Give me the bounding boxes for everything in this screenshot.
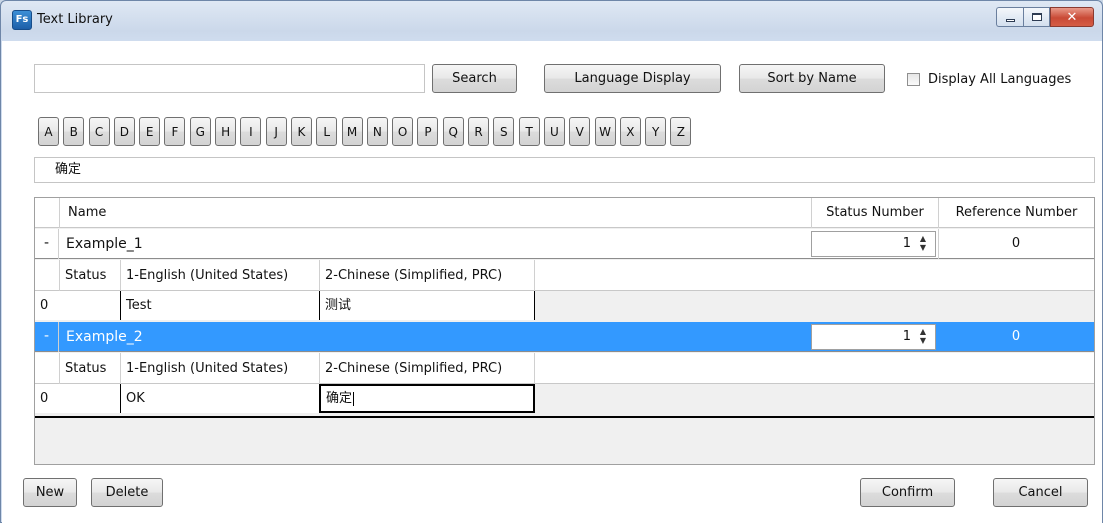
letter-filter-bar: ABCDEFGHIJKLMNOPQRSTUVWXYZ: [38, 117, 696, 146]
entry-lang2[interactable]: 测试: [319, 291, 535, 320]
subtable-header: Status 1-English (United States) 2-Chine…: [35, 260, 1094, 291]
subtable-row[interactable]: 0 Test 测试: [35, 291, 535, 320]
letter-filter-u[interactable]: U: [543, 117, 565, 146]
column-header-reference-number[interactable]: Reference Number: [938, 198, 1094, 228]
letter-filter-t[interactable]: T: [518, 117, 540, 146]
letter-filter-w[interactable]: W: [594, 117, 616, 146]
reference-number: 0: [1011, 236, 1021, 251]
dialog-body: Search Language Display Sort by Name Dis…: [2, 41, 1102, 523]
new-button[interactable]: New: [23, 478, 77, 507]
entry-lang1[interactable]: Test: [120, 291, 319, 320]
confirm-button[interactable]: Confirm: [860, 478, 955, 507]
letter-filter-k[interactable]: K: [290, 117, 312, 146]
entry-lang2-editor[interactable]: 确定: [319, 384, 535, 413]
subcolumn-status[interactable]: Status: [59, 260, 120, 291]
search-button[interactable]: Search: [432, 64, 517, 93]
table-row-selected[interactable]: - Example_2 1 ▲ ▼ 0: [35, 322, 1094, 352]
entry-lang2-value: 确定: [326, 391, 353, 406]
entry-status[interactable]: 0: [35, 384, 120, 413]
language-subtable: Status 1-English (United States) 2-Chine…: [35, 353, 1094, 415]
entry-status[interactable]: 0: [35, 291, 120, 320]
letter-filter-d[interactable]: D: [113, 117, 135, 146]
subtable-row[interactable]: 0 OK 确定: [35, 384, 535, 413]
row-collapse-toggle[interactable]: -: [35, 322, 59, 352]
letter-filter-x[interactable]: X: [619, 117, 641, 146]
letter-filter-a[interactable]: A: [38, 117, 59, 146]
letter-filter-m[interactable]: M: [341, 117, 363, 146]
letter-filter-z[interactable]: Z: [670, 117, 692, 146]
sort-by-name-button[interactable]: Sort by Name: [739, 64, 885, 93]
letter-filter-l[interactable]: L: [316, 117, 338, 146]
search-input[interactable]: [34, 64, 425, 93]
minimize-icon: [1005, 18, 1015, 22]
subcolumn-lang2[interactable]: 2-Chinese (Simplified, PRC): [319, 260, 535, 291]
window-controls: ✕: [996, 7, 1094, 27]
letter-filter-s[interactable]: S: [493, 117, 515, 146]
status-number-value: 1: [902, 236, 911, 251]
app-icon: Fs: [12, 10, 32, 30]
status-number-stepper[interactable]: 1 ▲ ▼: [811, 231, 936, 257]
grid-divider: [35, 416, 1094, 418]
close-icon: ✕: [1066, 9, 1078, 25]
letter-filter-n[interactable]: N: [366, 117, 388, 146]
letter-filter-y[interactable]: Y: [645, 117, 667, 146]
entry-lang1[interactable]: OK: [120, 384, 319, 413]
letter-filter-c[interactable]: C: [88, 117, 110, 146]
row-name: Example_1: [66, 236, 143, 252]
stepper-arrows-icon[interactable]: ▲ ▼: [916, 327, 930, 347]
status-number-stepper[interactable]: 1 ▲ ▼: [811, 324, 936, 350]
table-row[interactable]: - Example_1 1 ▲ ▼ 0: [35, 229, 1094, 259]
language-subtable: Status 1-English (United States) 2-Chine…: [35, 260, 1094, 322]
column-header-status-number[interactable]: Status Number: [811, 198, 938, 228]
text-library-grid: Name Status Number Reference Number - Ex…: [34, 197, 1095, 465]
subcolumn-lang2[interactable]: 2-Chinese (Simplified, PRC): [319, 353, 535, 384]
letter-filter-q[interactable]: Q: [442, 117, 464, 146]
title-bar[interactable]: Fs Text Library ✕: [1, 1, 1102, 41]
display-all-languages-option[interactable]: Display All Languages: [907, 72, 1071, 87]
language-display-button[interactable]: Language Display: [544, 64, 721, 93]
subtable-header: Status 1-English (United States) 2-Chine…: [35, 353, 1094, 384]
letter-filter-j[interactable]: J: [265, 117, 287, 146]
maximize-icon: [1031, 13, 1042, 21]
maximize-button[interactable]: [1023, 7, 1050, 27]
stepper-arrows-icon[interactable]: ▲ ▼: [916, 234, 930, 254]
subcolumn-lang1[interactable]: 1-English (United States): [120, 353, 319, 384]
text-caret: [353, 391, 355, 406]
letter-filter-e[interactable]: E: [139, 117, 161, 146]
letter-filter-b[interactable]: B: [63, 117, 85, 146]
reference-number: 0: [1011, 329, 1021, 344]
letter-filter-f[interactable]: F: [164, 117, 186, 146]
letter-filter-g[interactable]: G: [189, 117, 211, 146]
filter-text-field[interactable]: 确定: [34, 157, 1095, 183]
letter-filter-i[interactable]: I: [240, 117, 262, 146]
row-collapse-toggle[interactable]: -: [35, 229, 59, 259]
letter-filter-r[interactable]: R: [468, 117, 490, 146]
letter-filter-p[interactable]: P: [417, 117, 439, 146]
letter-filter-h[interactable]: H: [215, 117, 237, 146]
column-header-name[interactable]: Name: [59, 198, 811, 228]
display-all-languages-label: Display All Languages: [928, 72, 1072, 87]
close-button[interactable]: ✕: [1050, 7, 1094, 27]
letter-filter-v[interactable]: V: [569, 117, 591, 146]
text-library-window: Fs Text Library ✕ Search Language Displa…: [0, 0, 1103, 523]
subcolumn-status[interactable]: Status: [59, 353, 120, 384]
delete-button[interactable]: Delete: [91, 478, 163, 507]
subcolumn-lang1[interactable]: 1-English (United States): [120, 260, 319, 291]
letter-filter-o[interactable]: O: [392, 117, 414, 146]
status-number-value: 1: [902, 329, 911, 344]
cancel-button[interactable]: Cancel: [993, 478, 1088, 507]
grid-header: Name Status Number Reference Number: [35, 198, 1094, 228]
display-all-languages-checkbox[interactable]: [907, 73, 920, 86]
row-name: Example_2: [66, 329, 143, 345]
minimize-button[interactable]: [996, 7, 1023, 27]
window-title: Text Library: [37, 12, 113, 27]
